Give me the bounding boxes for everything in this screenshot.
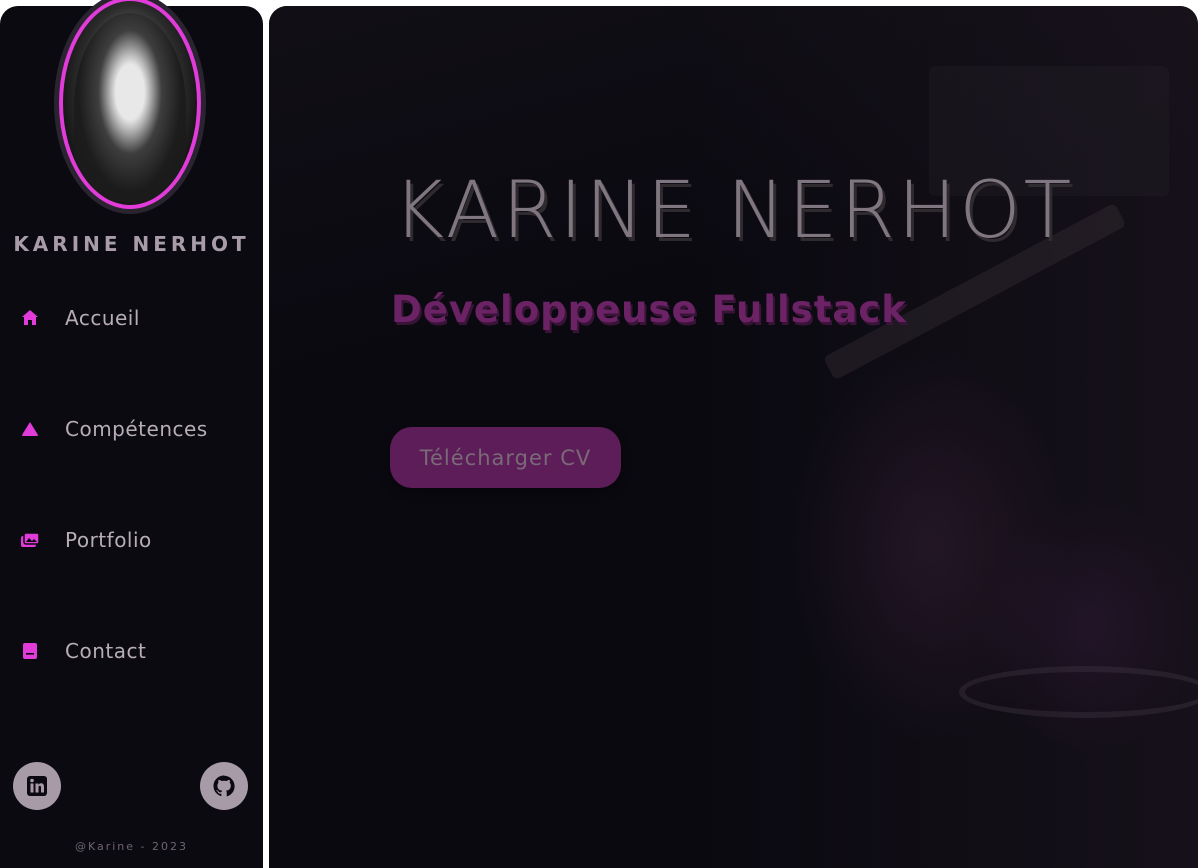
sidebar-name: KARINE NERHOT [13, 232, 250, 256]
address-book-icon [23, 643, 37, 659]
avatar-frame [54, 0, 206, 214]
nav-item-contact[interactable]: Contact [20, 639, 146, 663]
hero-section: KARINE NERHOT Développeuse Fullstack Tél… [269, 6, 1198, 868]
sidebar: KARINE NERHOT Accueil Compétences Portfo… [0, 0, 263, 868]
hero-title: KARINE NERHOT [393, 166, 1075, 256]
triangle-icon [22, 422, 38, 436]
nav-label-competences: Compétences [65, 417, 208, 441]
home-icon [22, 310, 38, 325]
nav-label-portfolio: Portfolio [65, 528, 152, 552]
images-icon [21, 532, 40, 547]
copyright-text: @Karine - 2023 [74, 840, 189, 853]
download-cv-button[interactable]: Télécharger CV [390, 427, 621, 488]
nav-item-portfolio[interactable]: Portfolio [20, 528, 152, 552]
hero-subtitle: Développeuse Fullstack [391, 288, 907, 331]
nav-item-competences[interactable]: Compétences [20, 417, 208, 441]
github-icon [213, 775, 235, 797]
nav-label-contact: Contact [65, 639, 147, 663]
avatar-photo [73, 13, 187, 201]
linkedin-button[interactable] [13, 762, 61, 810]
nav-label-accueil: Accueil [65, 306, 140, 330]
background-drum [959, 666, 1198, 718]
nav-item-accueil[interactable]: Accueil [20, 306, 140, 330]
avatar [59, 0, 201, 209]
github-button[interactable] [200, 762, 248, 810]
linkedin-icon [27, 776, 47, 796]
